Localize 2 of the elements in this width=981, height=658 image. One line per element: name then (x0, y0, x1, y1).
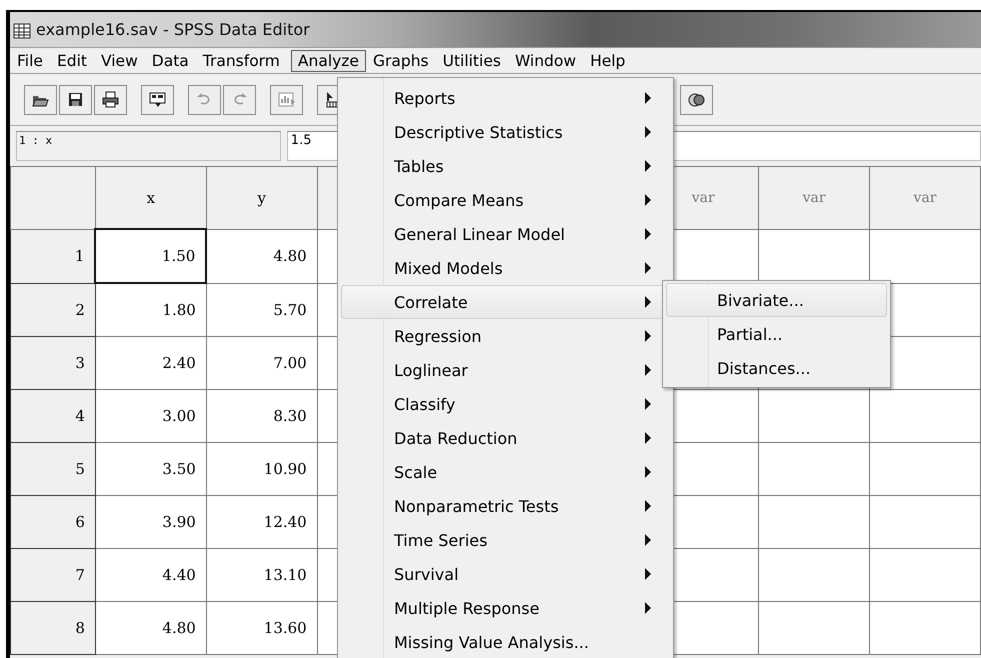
cell-reference: 1 : x (16, 131, 281, 161)
window-title: example16.sav - SPSS Data Editor (36, 20, 310, 39)
